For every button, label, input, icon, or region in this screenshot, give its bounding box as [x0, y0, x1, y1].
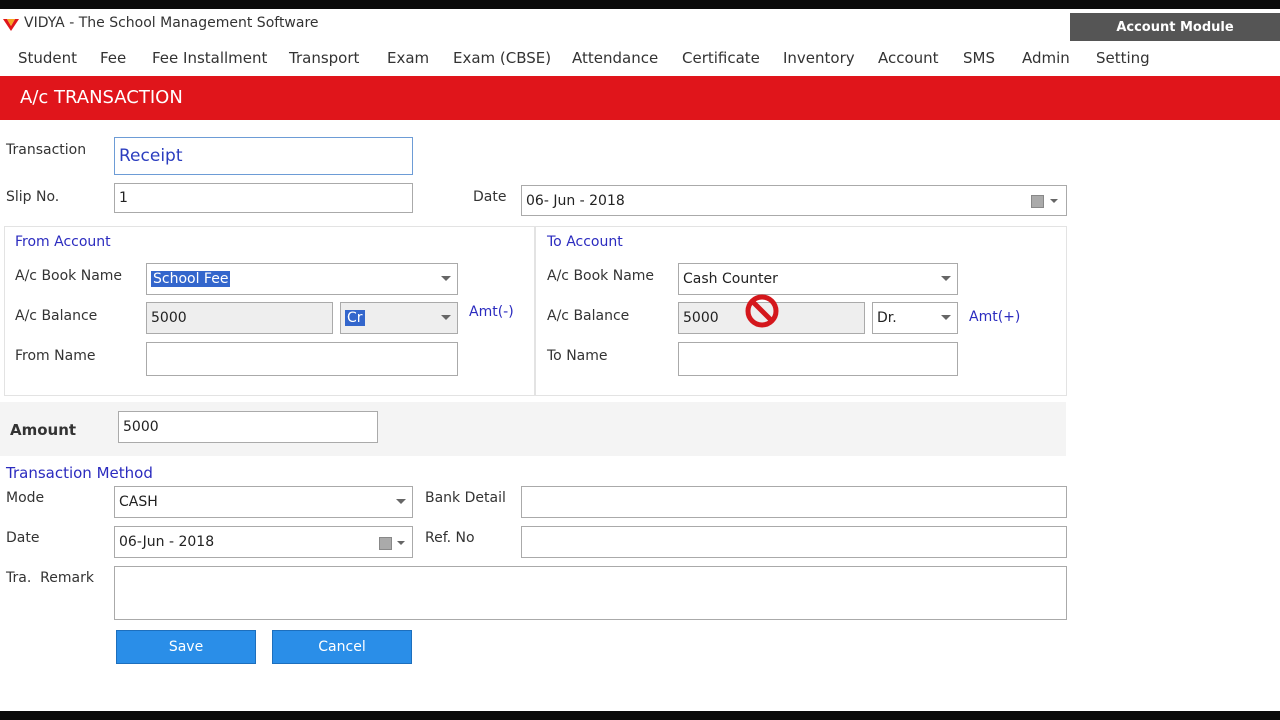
bank-detail-field[interactable] [521, 486, 1067, 518]
from-balance-type-value: Cr [345, 310, 365, 326]
top-border [0, 0, 1280, 9]
ref-no-field[interactable] [521, 526, 1067, 558]
menu-student[interactable]: Student [18, 49, 77, 67]
menu-transport[interactable]: Transport [289, 49, 359, 67]
to-balance-value: 5000 [683, 310, 719, 326]
menu-account[interactable]: Account [878, 49, 939, 67]
menu-inventory[interactable]: Inventory [783, 49, 855, 67]
page-header-bar [0, 76, 1280, 120]
vidya-logo-icon [3, 19, 19, 31]
bottom-border [0, 711, 1280, 720]
transaction-method-heading: Transaction Method [6, 464, 153, 482]
from-balance-label: A/c Balance [15, 308, 98, 324]
from-balance-type-select[interactable]: Cr [340, 302, 458, 334]
chevron-down-icon [941, 276, 951, 281]
menu-admin[interactable]: Admin [1022, 49, 1070, 67]
mode-value: CASH [119, 494, 158, 510]
chevron-down-icon[interactable] [397, 541, 405, 545]
date-picker[interactable]: 06- Jun - 2018 [521, 185, 1067, 216]
to-book-value: Cash Counter [683, 271, 778, 287]
amount-label: Amount [10, 421, 77, 439]
from-book-value: School Fee [151, 271, 231, 287]
to-name-label: To Name [547, 348, 608, 364]
chevron-down-icon [441, 315, 451, 320]
method-date-value: 06-Jun - 2018 [119, 534, 215, 550]
from-amt-sign: Amt(-) [469, 304, 514, 320]
transaction-label: Transaction [6, 142, 87, 158]
method-date-picker[interactable]: 06-Jun - 2018 [114, 526, 413, 558]
to-balance-label: A/c Balance [547, 308, 630, 324]
menu-exam[interactable]: Exam [387, 49, 429, 67]
save-button[interactable]: Save [116, 630, 256, 664]
to-name-field[interactable] [678, 342, 958, 376]
chevron-down-icon [441, 276, 451, 281]
account-module-button[interactable]: Account Module [1070, 13, 1280, 41]
ref-no-label: Ref. No [425, 530, 475, 546]
menu-attendance[interactable]: Attendance [572, 49, 658, 67]
chevron-down-icon [941, 315, 951, 320]
date-value: 06- Jun - 2018 [526, 192, 625, 209]
from-book-select[interactable]: School Fee [146, 263, 458, 295]
chevron-down-icon [396, 499, 406, 504]
menu-exam-cbse[interactable]: Exam (CBSE) [453, 49, 551, 67]
from-balance-field: 5000 [146, 302, 333, 334]
amount-field[interactable]: 5000 [118, 411, 378, 443]
to-book-select[interactable]: Cash Counter [678, 263, 958, 295]
remark-field[interactable] [114, 566, 1067, 620]
page-title: A/c TRANSACTION [20, 87, 183, 108]
from-name-label: From Name [15, 348, 96, 364]
calendar-icon[interactable] [379, 537, 392, 550]
mode-select[interactable]: CASH [114, 486, 413, 518]
remark-label: Tra. Remark [6, 570, 94, 586]
slip-no-value: 1 [119, 190, 128, 206]
method-date-label: Date [6, 530, 40, 546]
from-balance-value: 5000 [151, 310, 187, 326]
chevron-down-icon[interactable] [1050, 199, 1058, 203]
to-amt-sign: Amt(+) [969, 309, 1021, 325]
calendar-icon[interactable] [1031, 195, 1044, 208]
slip-no-label: Slip No. [6, 189, 60, 205]
from-book-label: A/c Book Name [15, 268, 123, 284]
from-account-heading: From Account [15, 234, 111, 250]
from-name-field[interactable] [146, 342, 458, 376]
to-balance-type-value: Dr. [877, 310, 897, 326]
to-balance-type-select[interactable]: Dr. [872, 302, 958, 334]
bank-detail-label: Bank Detail [425, 490, 506, 506]
menu-certificate[interactable]: Certificate [682, 49, 760, 67]
app-title: VIDYA - The School Management Software [24, 15, 319, 31]
transaction-field[interactable]: Receipt [114, 137, 413, 175]
slip-no-field[interactable]: 1 [114, 183, 413, 213]
mode-label: Mode [6, 490, 45, 506]
date-label: Date [473, 189, 507, 205]
to-account-heading: To Account [547, 234, 623, 250]
amount-value: 5000 [123, 419, 159, 435]
menu-fee[interactable]: Fee [100, 49, 126, 67]
transaction-value: Receipt [119, 146, 183, 166]
menu-setting[interactable]: Setting [1096, 49, 1150, 67]
to-book-label: A/c Book Name [547, 268, 655, 284]
cancel-button[interactable]: Cancel [272, 630, 412, 664]
menu-sms[interactable]: SMS [963, 49, 995, 67]
menu-fee-installment[interactable]: Fee Installment [152, 49, 267, 67]
not-allowed-cursor-icon [745, 294, 779, 328]
